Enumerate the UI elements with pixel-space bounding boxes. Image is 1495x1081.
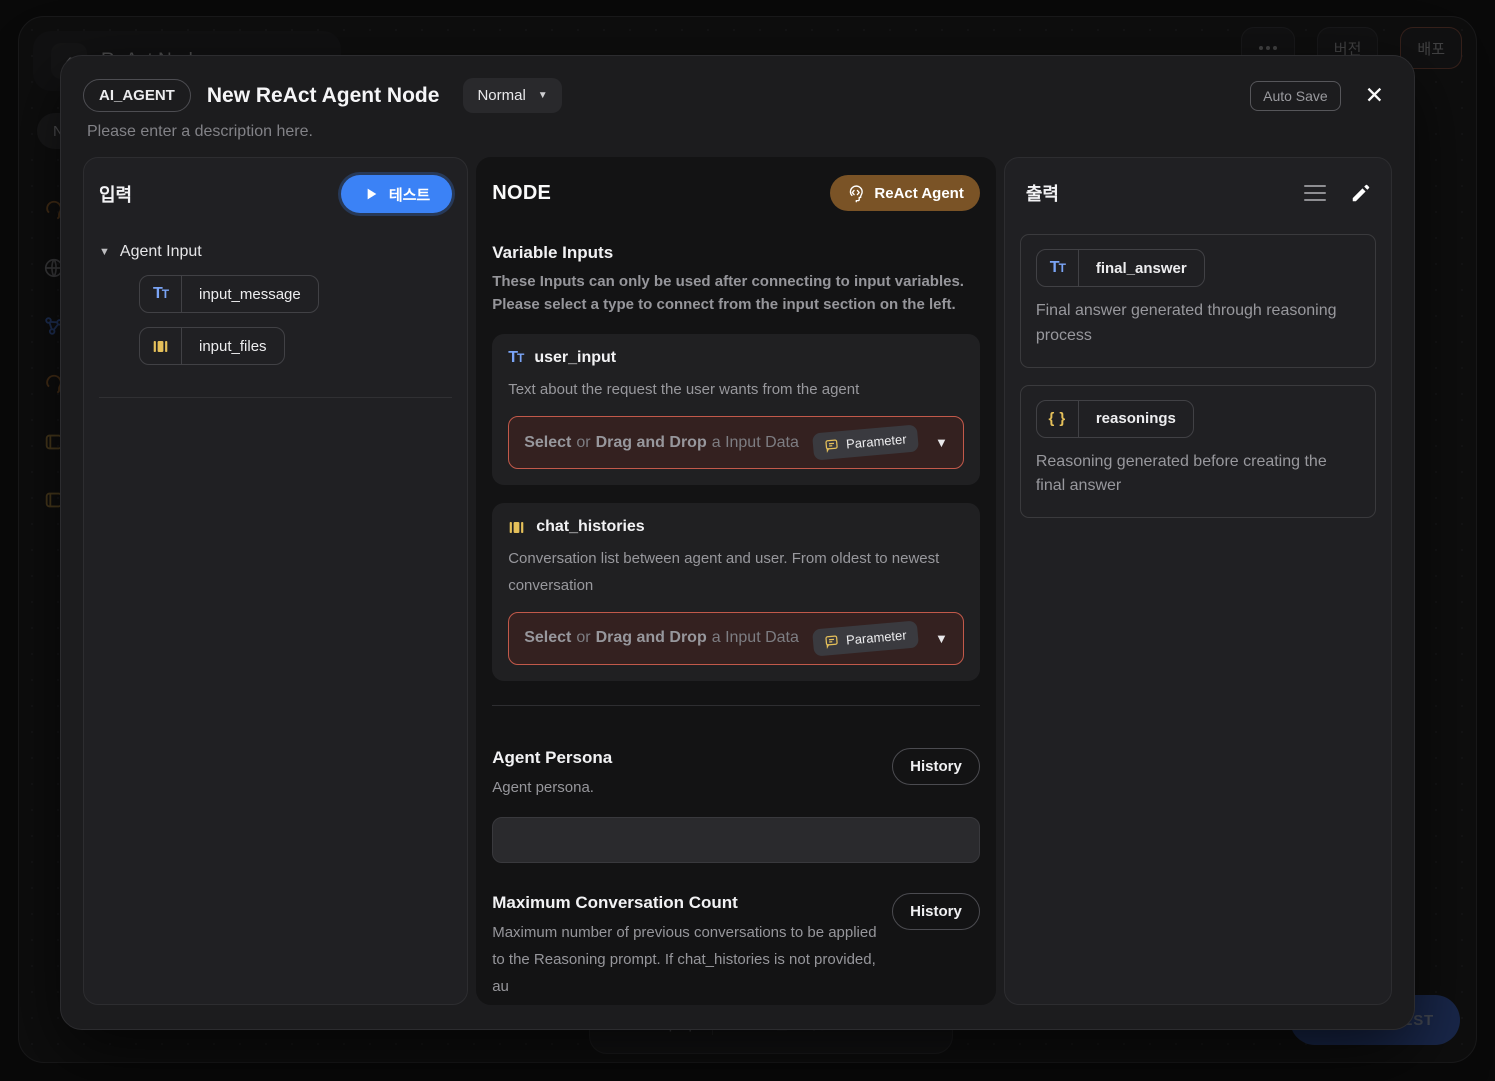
parameter-chip: Parameter: [811, 620, 919, 657]
agent-persona-input[interactable]: [492, 816, 980, 863]
output-panel: 출력 TT final_answer Final answer generate…: [1003, 157, 1392, 1005]
array-type-icon: [509, 521, 524, 533]
edit-pencil-icon[interactable]: [1350, 182, 1372, 204]
test-button[interactable]: 테스트: [340, 175, 453, 213]
node-config-modal: AI_AGENT New ReAct Agent Node Normal ▼ A…: [60, 55, 1415, 1030]
modal-header: AI_AGENT New ReAct Agent Node Normal ▼ A…: [61, 56, 1414, 113]
section-divider: [492, 704, 980, 706]
input-variable-input-files[interactable]: input_files: [139, 327, 285, 365]
object-type-icon: { }: [1048, 410, 1067, 428]
node-panel-title: NODE: [492, 181, 552, 204]
chat-histories-select[interactable]: Select or Drag and Drop a Input Data Par…: [508, 611, 964, 665]
agent-persona-title: Agent Persona: [492, 747, 613, 767]
max-conversation-description: Maximum number of previous conversations…: [492, 923, 877, 995]
persona-history-button[interactable]: History: [892, 747, 980, 785]
variable-inputs-description: These Inputs can only be used after conn…: [492, 273, 964, 313]
max-conversation-history-button[interactable]: History: [892, 892, 980, 930]
agent-persona-description: Agent persona.: [492, 778, 594, 796]
mode-select[interactable]: Normal ▼: [463, 78, 562, 113]
parameter-chat-icon: [825, 439, 838, 454]
parameter-chip: Parameter: [811, 424, 919, 461]
description-field[interactable]: Please enter a description here.: [87, 123, 1414, 141]
input-variable-input-message[interactable]: TT input_message: [139, 275, 319, 313]
variable-inputs-title: Variable Inputs: [492, 243, 614, 262]
chevron-down-icon: ▼: [99, 246, 110, 258]
auto-save-badge: Auto Save: [1250, 80, 1341, 111]
user-input-select[interactable]: Select or Drag and Drop a Input Data Par…: [508, 416, 964, 470]
text-type-icon: TT: [152, 285, 169, 302]
play-icon: [367, 188, 377, 200]
close-icon[interactable]: ✕: [1365, 82, 1384, 109]
text-type-icon: TT: [508, 349, 524, 366]
node-panel: NODE ReAct Agent Variable Inputs These I…: [476, 157, 996, 1005]
max-conversation-title: Maximum Conversation Count: [492, 892, 738, 912]
output-variable-reasonings[interactable]: { } reasonings: [1035, 399, 1194, 438]
field-card-chat-histories: chat_histories Conversation list between…: [492, 503, 980, 681]
output-card-reasonings: { } reasonings Reasoning generated befor…: [1019, 384, 1376, 519]
output-card-final-answer: TT final_answer Final answer generated t…: [1019, 234, 1376, 368]
input-panel-title: 입력: [99, 185, 133, 205]
react-agent-badge: ReAct Agent: [830, 175, 980, 211]
text-type-icon: TT: [1049, 259, 1066, 276]
node-type-badge: AI_AGENT: [83, 79, 191, 112]
parameter-chat-icon: [825, 635, 838, 649]
menu-icon[interactable]: [1304, 191, 1326, 195]
output-variable-final-answer[interactable]: TT final_answer: [1035, 249, 1205, 287]
input-panel: 입력 테스트 ▼ Agent Input TT input_message in…: [83, 157, 469, 1005]
chevron-down-icon: ▼: [537, 90, 548, 101]
array-type-icon: [153, 340, 168, 352]
output-panel-title: 출력: [1025, 184, 1059, 204]
chevron-down-icon: ▼: [934, 630, 948, 646]
chevron-down-icon: ▼: [934, 435, 948, 451]
modal-title[interactable]: New ReAct Agent Node: [207, 84, 440, 108]
field-card-user-input: TT user_input Text about the request the…: [492, 334, 980, 486]
input-panel-divider: [99, 397, 453, 398]
agent-input-group[interactable]: ▼ Agent Input: [99, 243, 452, 261]
agent-head-icon: [850, 184, 864, 202]
